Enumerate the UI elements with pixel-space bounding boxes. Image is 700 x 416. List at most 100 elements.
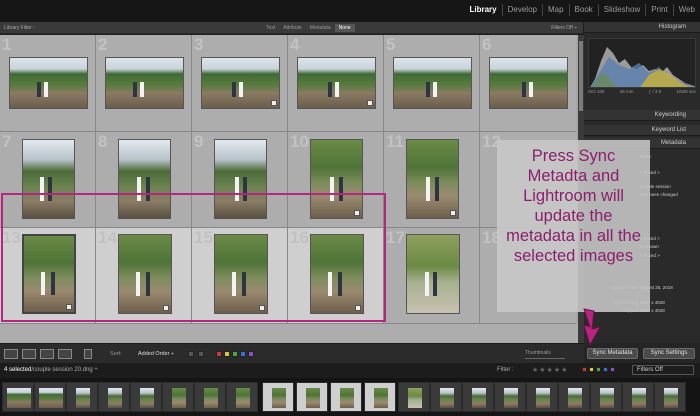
- survey-view-icon[interactable]: [58, 349, 72, 359]
- filmstrip-thumb[interactable]: [130, 382, 162, 412]
- reject-flag-icon[interactable]: [198, 351, 204, 357]
- filmstrip-thumb[interactable]: [2, 382, 34, 412]
- filter-color-purple[interactable]: [610, 367, 615, 372]
- thumbnail: [9, 57, 88, 109]
- painter-icon[interactable]: [84, 349, 92, 359]
- grid-cell[interactable]: 6: [480, 35, 576, 132]
- grid-cell[interactable]: 5: [384, 35, 480, 132]
- filmstrip-thumb-selected[interactable]: [330, 382, 362, 412]
- filmstrip-filter-label: Filter :: [497, 367, 514, 373]
- cell-number: 4: [290, 35, 300, 54]
- library-filter-label: Library Filter :: [4, 25, 35, 31]
- sort-order-dropdown[interactable]: Added Order ÷: [138, 351, 174, 357]
- keyword-list-header[interactable]: Keyword List: [584, 125, 700, 136]
- flag-icon[interactable]: [188, 351, 194, 357]
- keywording-header[interactable]: Keywording: [584, 110, 700, 121]
- scrollbar-thumb[interactable]: [579, 41, 583, 111]
- filters-off-dropdown[interactable]: Filters Off ÷: [551, 25, 577, 31]
- sync-settings-button[interactable]: Sync Settings: [643, 348, 695, 359]
- color-label-blue[interactable]: [240, 351, 246, 357]
- filter-tab-attribute[interactable]: Attribute: [279, 24, 306, 32]
- rating-filter-stars[interactable]: ★★★★★: [532, 366, 568, 374]
- annotation-arrow-icon: [583, 308, 601, 347]
- filmstrip-thumb[interactable]: [194, 382, 226, 412]
- cell-number: 5: [386, 35, 396, 54]
- filmstrip-thumb-selected[interactable]: [364, 382, 396, 412]
- filmstrip-thumb[interactable]: [66, 382, 98, 412]
- filmstrip-thumb[interactable]: [494, 382, 526, 412]
- cell-number: 17: [386, 228, 405, 247]
- thumbnail: [393, 57, 472, 109]
- grid-toolbar: Sort: Added Order ÷ Thumbnails: [0, 343, 584, 363]
- grid-cell[interactable]: 11: [384, 132, 480, 228]
- module-library[interactable]: Library: [464, 4, 501, 16]
- module-web[interactable]: Web: [672, 4, 700, 16]
- cell-number: 11: [386, 132, 404, 151]
- filmstrip-thumb[interactable]: [558, 382, 590, 412]
- filmstrip-thumb[interactable]: [590, 382, 622, 412]
- histogram: [588, 38, 696, 88]
- library-filter-tabs: Text Attribute Metadata None: [262, 24, 355, 32]
- color-label-yellow[interactable]: [224, 351, 230, 357]
- histogram-info: ISO 100 26 mm ƒ / 3.0 1/500 sec: [588, 89, 696, 94]
- filmstrip-thumb[interactable]: [398, 382, 430, 412]
- grid-cell[interactable]: 2: [96, 35, 192, 132]
- filmstrip-thumb-selected[interactable]: [262, 382, 294, 412]
- grid-cell[interactable]: 3: [192, 35, 288, 132]
- filmstrip-thumb[interactable]: [162, 382, 194, 412]
- module-book[interactable]: Book: [568, 4, 598, 16]
- module-print[interactable]: Print: [645, 4, 672, 16]
- edited-badge-icon: [367, 100, 373, 106]
- color-label-green[interactable]: [232, 351, 238, 357]
- thumbnail: [406, 139, 459, 219]
- thumbnail-size-slider[interactable]: [525, 358, 565, 359]
- filmstrip-thumb[interactable]: [622, 382, 654, 412]
- color-label-red[interactable]: [216, 351, 222, 357]
- sync-metadata-button[interactable]: Sync Metadata: [587, 348, 638, 359]
- module-bar: Library Develop Map Book Slideshow Print…: [0, 0, 700, 22]
- filmstrip-thumb[interactable]: [654, 382, 686, 412]
- filter-tab-text[interactable]: Text: [262, 24, 279, 32]
- thumbnail: [201, 57, 280, 109]
- color-label-purple[interactable]: [248, 351, 254, 357]
- filter-color-red[interactable]: [582, 367, 587, 372]
- filmstrip-thumb[interactable]: [226, 382, 258, 412]
- filmstrip-thumb-selected[interactable]: [296, 382, 328, 412]
- sort-label: Sort:: [110, 351, 122, 357]
- filmstrip-thumb[interactable]: [34, 382, 66, 412]
- cell-number: 7: [2, 132, 12, 151]
- grid-cell[interactable]: 4: [288, 35, 384, 132]
- filter-color-yellow[interactable]: [589, 367, 594, 372]
- loupe-view-icon[interactable]: [22, 349, 36, 359]
- thumbnails-slider-label: Thumbnails: [525, 350, 551, 356]
- filter-color-blue[interactable]: [603, 367, 608, 372]
- grid-cell[interactable]: 17: [384, 228, 480, 324]
- filmstrip-header: 4 selected/couple session 20.dng ÷ Filte…: [0, 363, 700, 378]
- selection-highlight: [1, 193, 386, 322]
- grid-cell[interactable]: 1: [0, 35, 96, 132]
- grid-view-icon[interactable]: [4, 349, 18, 359]
- filmstrip-thumb[interactable]: [98, 382, 130, 412]
- filmstrip-thumb[interactable]: [430, 382, 462, 412]
- module-develop[interactable]: Develop: [501, 4, 542, 16]
- filmstrip-filters-off-dropdown[interactable]: Filters Off: [632, 365, 694, 375]
- filter-tab-metadata[interactable]: Metadata: [306, 24, 335, 32]
- filter-color-green[interactable]: [596, 367, 601, 372]
- filmstrip-thumb[interactable]: [462, 382, 494, 412]
- filmstrip: [0, 378, 700, 416]
- cell-number: 10: [290, 132, 309, 151]
- library-filter-bar: Library Filter : Text Attribute Metadata…: [0, 22, 583, 34]
- module-picker: Library Develop Map Book Slideshow Print…: [464, 4, 700, 16]
- thumbnail: [105, 57, 184, 109]
- filter-tab-none[interactable]: None: [334, 24, 355, 32]
- histogram-header[interactable]: Histogram: [584, 22, 700, 33]
- module-map[interactable]: Map: [541, 4, 569, 16]
- module-slideshow[interactable]: Slideshow: [597, 4, 645, 16]
- annotation-callout: Press Sync Metadta and Lightroom will up…: [497, 140, 650, 312]
- selection-info: 4 selected/couple session 20.dng ÷: [4, 367, 98, 373]
- compare-view-icon[interactable]: [40, 349, 54, 359]
- filmstrip-thumb[interactable]: [526, 382, 558, 412]
- grid-row-partial: [0, 324, 578, 343]
- annotation-text: Press Sync Metadta and Lightroom will up…: [506, 147, 641, 265]
- edited-badge-icon: [271, 100, 277, 106]
